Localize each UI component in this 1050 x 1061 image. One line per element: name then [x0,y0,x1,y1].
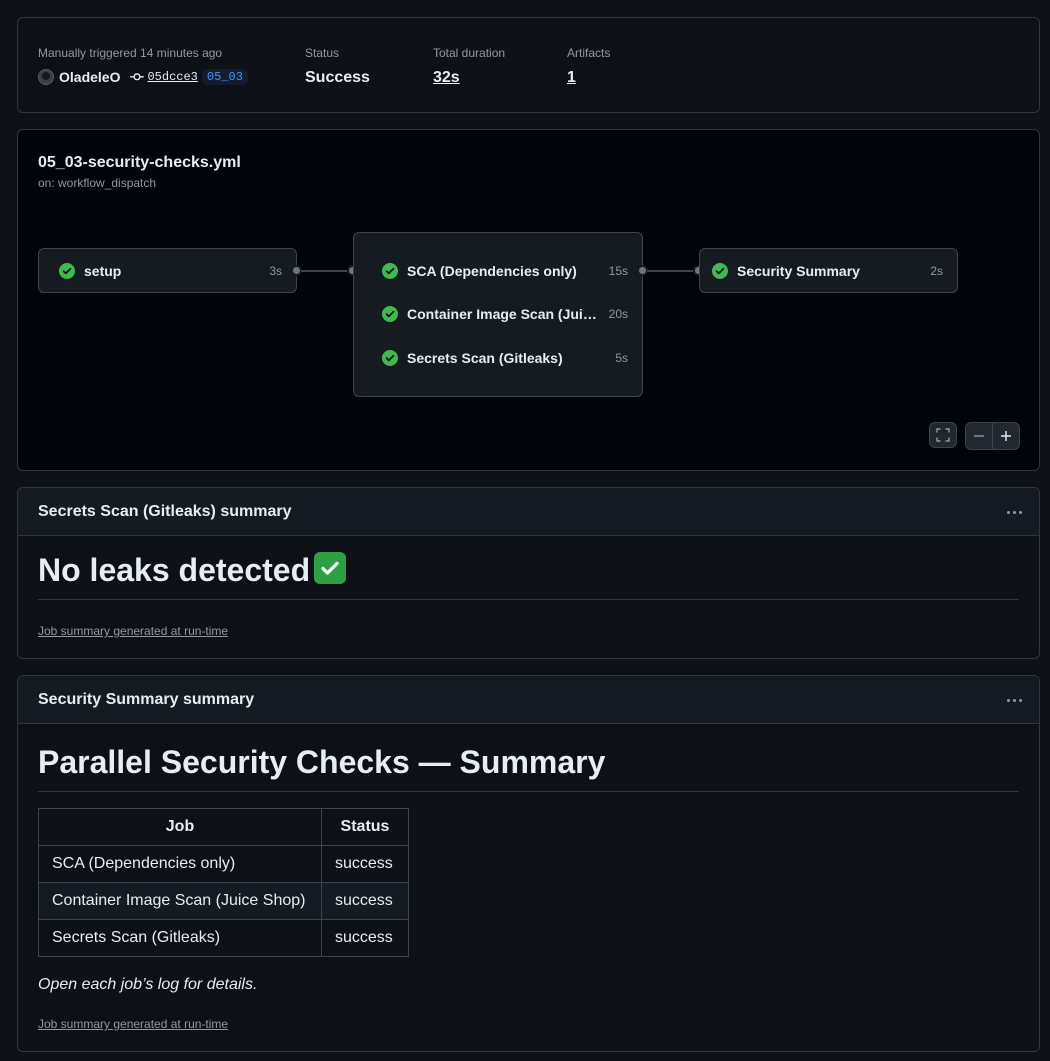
duration-label: Total duration [433,46,506,60]
summary-heading: Parallel Security Checks — Summary [38,744,1019,792]
status-info: Status Success [305,46,370,87]
commit-sha-link[interactable]: 05dcce3 [147,70,197,84]
table-cell-status: success [321,919,409,957]
job-secrets-scan[interactable]: Secrets Scan (Gitleaks) 5s [354,336,642,380]
actor-name[interactable]: OladeleO [59,69,120,85]
zoom-in-button[interactable] [992,423,1019,449]
job-name: Secrets Scan (Gitleaks) [407,350,563,366]
job-duration: 20s [608,307,628,321]
zoom-out-button[interactable] [966,423,992,449]
artifacts-label: Artifacts [567,46,611,60]
table-row: Container Image Scan (Juice Shop) succes… [38,882,409,920]
job-duration: 2s [930,264,943,278]
workflow-graph-card: 05_03-security-checks.yml on: workflow_d… [17,129,1040,471]
commit-icon [130,73,145,81]
table-row: SCA (Dependencies only) success [38,845,409,883]
kebab-icon [1006,698,1010,702]
duration-link[interactable]: 32s [433,69,505,87]
fullscreen-button[interactable] [929,422,957,448]
table-row: Secrets Scan (Gitleaks) success [38,919,409,957]
check-circle-icon [382,263,398,279]
summary-header: Security Summary summary [18,676,1039,724]
job-sca[interactable]: SCA (Dependencies only) 15s [354,249,642,293]
job-group-parallel: SCA (Dependencies only) 15s Container Im… [353,232,643,397]
workflow-trigger: on: workflow_dispatch [38,176,157,190]
avatar[interactable] [38,69,54,85]
table-cell-status: success [321,845,409,883]
artifacts-link[interactable]: 1 [567,69,610,87]
artifacts-info: Artifacts 1 [567,46,610,87]
job-name: setup [84,263,122,279]
table-header-status: Status [321,808,409,846]
summary-header: Secrets Scan (Gitleaks) summary [18,488,1039,536]
job-duration: 5s [615,351,628,365]
kebab-menu-button[interactable] [1003,690,1025,710]
table-header-job: Job [38,808,322,846]
check-mark-emoji [314,552,347,584]
fullscreen-icon [936,428,950,442]
job-name: Container Image Scan (Juice Shop) [407,306,603,322]
table-cell-status: success [321,882,409,920]
branch-tag[interactable]: 05_03 [201,69,248,85]
duration-info: Total duration 32s [433,46,505,87]
summary-footnote-link[interactable]: Job summary generated at run-time [38,624,228,638]
job-container-scan[interactable]: Container Image Scan (Juice Shop) 20s [354,292,642,336]
status-label: Status [305,46,340,60]
check-circle-icon [382,350,398,366]
zoom-controls [965,422,1020,450]
zoom-out-icon [974,435,985,437]
kebab-menu-button[interactable] [1003,502,1025,522]
summary-header-title: Secrets Scan (Gitleaks) summary [38,502,292,520]
workflow-file-title: 05_03-security-checks.yml [38,154,241,171]
trigger-text: Manually triggered 14 minutes ago [38,46,223,60]
actor-row: OladeleO 05dcce3 05_03 [38,69,248,85]
summary-header-title: Security Summary summary [38,690,255,708]
table-cell-job: Container Image Scan (Juice Shop) [38,882,322,920]
job-setup[interactable]: setup 3s [38,248,297,293]
summary-heading: No leaks detected [38,552,1019,600]
summary-table: Job Status SCA (Dependencies only) succe… [38,808,409,957]
check-circle-icon [59,263,75,279]
summary-footnote-link[interactable]: Job summary generated at run-time [38,1017,228,1031]
trigger-info: Manually triggered 14 minutes ago Oladel… [38,46,248,85]
security-summary-card: Security Summary summary Parallel Securi… [17,675,1040,1052]
secrets-summary-card: Secrets Scan (Gitleaks) summary No leaks… [17,487,1040,659]
zoom-in-icon [1001,431,1012,441]
kebab-icon [1006,510,1010,514]
summary-note: Open each job’s log for details. [38,976,258,993]
table-cell-job: Secrets Scan (Gitleaks) [38,919,322,957]
status-value: Success [305,69,370,86]
job-security-summary[interactable]: Security Summary 2s [699,248,958,293]
table-cell-job: SCA (Dependencies only) [38,845,322,883]
job-duration: 3s [269,264,282,278]
run-info-card: Manually triggered 14 minutes ago Oladel… [17,17,1040,113]
connector-line [301,270,347,272]
job-duration: 15s [608,264,628,278]
connector-line [647,270,693,272]
job-name: Security Summary [737,263,860,279]
job-name: SCA (Dependencies only) [407,263,577,279]
check-circle-icon [382,306,398,322]
check-circle-icon [712,263,728,279]
